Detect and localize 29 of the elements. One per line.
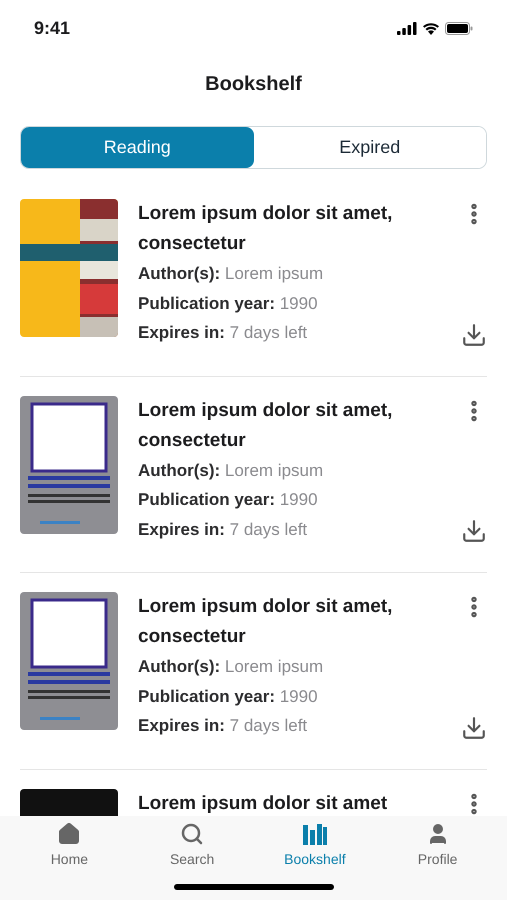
author-line: Author(s): Lorem ipsum <box>138 263 324 285</box>
book-title: Lorem ipsum dolor sit amet, consectetur <box>138 595 394 649</box>
expiry-line: Expires in: 7 days left <box>138 518 308 540</box>
status-time: 9:41 <box>34 16 70 40</box>
nav-tab[interactable]: Home <box>24 822 114 870</box>
nav-tab[interactable]: Profile <box>392 822 483 870</box>
year-line: Publication year: 1990 <box>138 686 319 708</box>
book-title: Lorem ipsum dolor sit amet, consectetur <box>138 202 394 256</box>
book-title: Lorem ipsum dolor sit amet, consectetur <box>138 398 394 452</box>
author-line: Author(s): Lorem ipsum <box>138 656 324 678</box>
year-line: Publication year: 1990 <box>138 489 319 511</box>
author-line: Author(s): Lorem ipsum <box>138 460 324 482</box>
home-icon <box>57 822 82 846</box>
nav-tab[interactable]: Bookshelf <box>270 822 360 870</box>
nav-tab[interactable]: Search <box>147 822 238 870</box>
year-line: Publication year: 1990 <box>138 292 319 314</box>
download-icon[interactable] <box>461 518 487 544</box>
expiry-line: Expires in: 7 days left <box>138 715 308 737</box>
battery-icon <box>445 22 473 34</box>
page-title: Bookshelf <box>205 72 302 97</box>
books-icon <box>302 822 328 846</box>
segment-tab[interactable]: Reading <box>21 127 254 168</box>
signal-icon <box>397 22 417 34</box>
download-icon[interactable] <box>461 714 487 740</box>
book-title: Lorem ipsum dolor sit amet <box>138 792 388 816</box>
expiry-line: Expires in: 7 days left <box>138 322 308 344</box>
wifi-icon <box>422 22 440 34</box>
download-icon[interactable] <box>461 322 487 348</box>
search-icon <box>180 822 204 846</box>
